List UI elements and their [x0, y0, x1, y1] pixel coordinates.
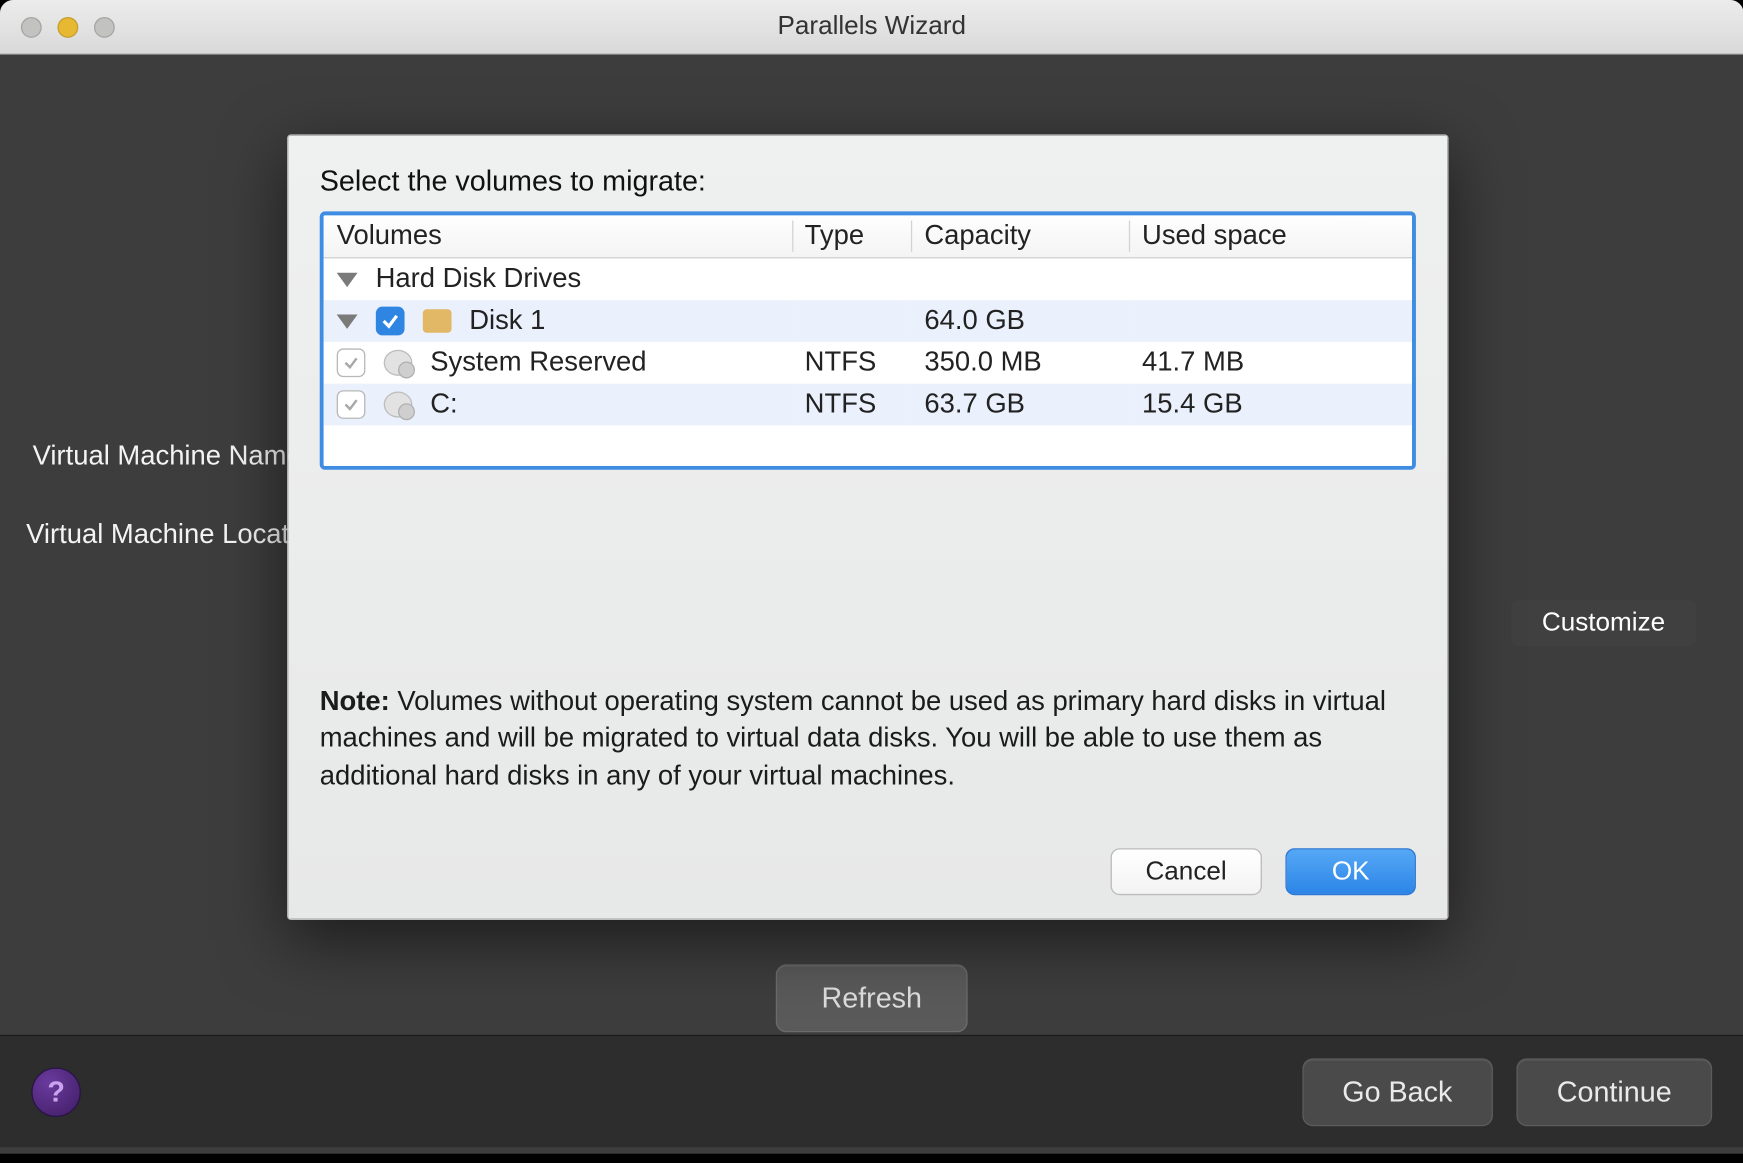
partition-capacity: 350.0 MB	[911, 342, 1129, 384]
go-back-button[interactable]: Go Back	[1302, 1058, 1493, 1126]
refresh-button[interactable]: Refresh	[776, 964, 968, 1032]
minimize-window-button[interactable]	[57, 16, 78, 37]
disk-icon	[422, 310, 451, 333]
table-row[interactable]: C: NTFS 63.7 GB 15.4 GB	[324, 384, 1412, 426]
table-row[interactable]: System Reserved NTFS 350.0 MB 41.7 MB	[324, 342, 1412, 384]
volumes-table-frame: Volumes Type Capacity Used space Hard Di…	[320, 211, 1416, 469]
table-row	[324, 425, 1412, 467]
partition-name: C:	[430, 389, 457, 419]
col-volumes[interactable]: Volumes	[324, 215, 792, 257]
partition-checkbox[interactable]	[337, 349, 366, 378]
col-type[interactable]: Type	[792, 215, 912, 257]
zoom-window-button[interactable]	[94, 16, 115, 37]
partition-icon	[383, 350, 412, 376]
cancel-button[interactable]: Cancel	[1110, 848, 1262, 895]
table-row[interactable]: Hard Disk Drives	[324, 258, 1412, 300]
titlebar: Parallels Wizard	[0, 0, 1743, 55]
partition-used: 41.7 MB	[1129, 342, 1412, 384]
continue-button[interactable]: Continue	[1516, 1058, 1712, 1126]
partition-icon	[383, 392, 412, 418]
partition-checkbox[interactable]	[337, 391, 366, 420]
dialog-buttons: Cancel OK	[320, 848, 1416, 895]
col-capacity[interactable]: Capacity	[911, 215, 1129, 257]
close-window-button[interactable]	[21, 16, 42, 37]
partition-name: System Reserved	[430, 347, 646, 377]
window-controls	[21, 16, 115, 37]
table-row[interactable]: Disk 1 64.0 GB	[324, 300, 1412, 342]
note-body: Volumes without operating system cannot …	[320, 686, 1386, 790]
window-title: Parallels Wizard	[0, 12, 1743, 42]
help-button[interactable]: ?	[31, 1067, 81, 1117]
note-text: Note: Volumes without operating system c…	[320, 684, 1416, 795]
note-prefix: Note:	[320, 686, 390, 716]
disk-name: Disk 1	[469, 305, 545, 335]
volumes-table: Volumes Type Capacity Used space Hard Di…	[324, 215, 1412, 467]
table-header-row: Volumes Type Capacity Used space	[324, 215, 1412, 257]
partition-type: NTFS	[792, 342, 912, 384]
disk-checkbox[interactable]	[376, 307, 405, 336]
group-label: Hard Disk Drives	[376, 264, 582, 294]
bottom-bar: ? Go Back Continue	[0, 1035, 1743, 1147]
col-used[interactable]: Used space	[1129, 215, 1412, 257]
vm-name-label: Virtual Machine Name:	[33, 441, 310, 471]
wizard-body: Virtual Machine Name: Windows 7 Virtual …	[0, 55, 1743, 1154]
volume-select-dialog: Select the volumes to migrate: Volumes T…	[287, 134, 1448, 920]
chevron-down-icon[interactable]	[337, 273, 358, 287]
app-window: Parallels Wizard Virtual Machine Name: W…	[0, 0, 1743, 1154]
dialog-heading: Select the volumes to migrate:	[320, 164, 1416, 198]
partition-used: 15.4 GB	[1129, 384, 1412, 426]
partition-capacity: 63.7 GB	[911, 384, 1129, 426]
ok-button[interactable]: OK	[1285, 848, 1416, 895]
disk-capacity: 64.0 GB	[911, 300, 1129, 342]
customize-button-ghost: Customize	[1511, 600, 1697, 646]
partition-type: NTFS	[792, 384, 912, 426]
chevron-down-icon[interactable]	[337, 314, 358, 328]
